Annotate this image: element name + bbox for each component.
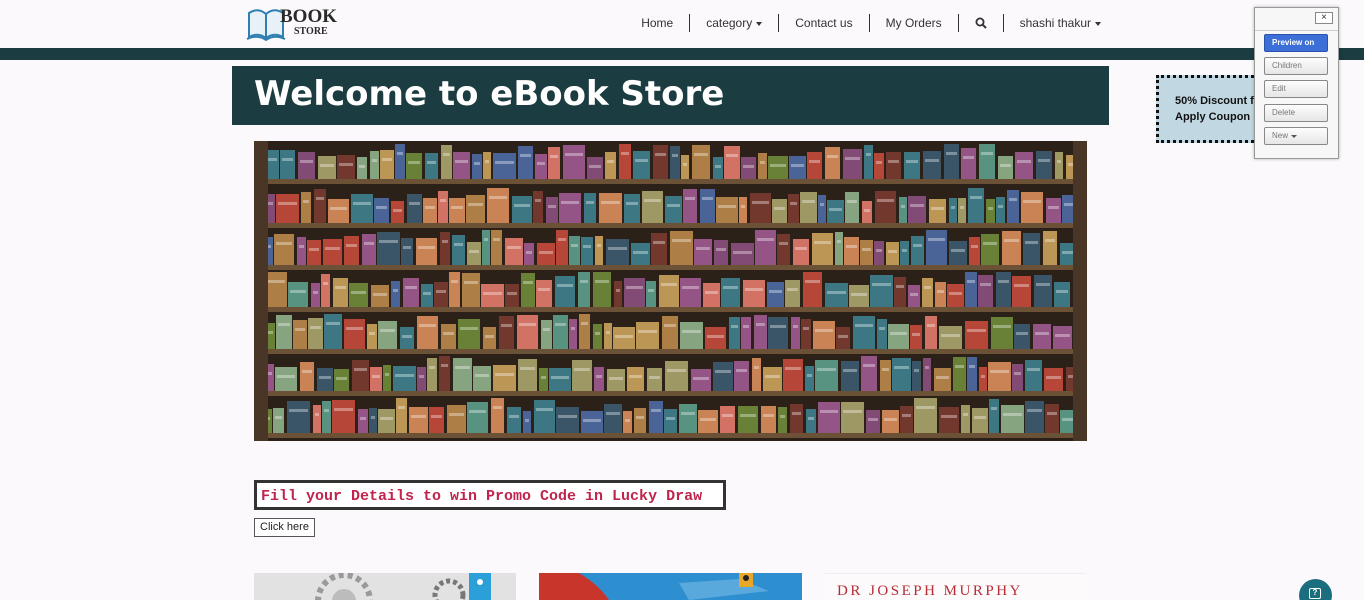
- promo-banner: Fill your Details to win Promo Code in L…: [254, 480, 726, 510]
- book-card[interactable]: DR JOSEPH MURPHY: [825, 573, 1086, 600]
- delete-button[interactable]: Delete: [1264, 104, 1328, 122]
- nav-user-dropdown[interactable]: shashi thakur: [1002, 14, 1117, 32]
- nav-contact[interactable]: Contact us: [778, 14, 868, 32]
- nav-category-label: category: [706, 16, 753, 30]
- book-cover-gears: [254, 573, 516, 600]
- chevron-down-icon: [1095, 21, 1101, 26]
- chevron-down-icon: [756, 21, 763, 26]
- children-button[interactable]: Children: [1264, 57, 1328, 75]
- book-card[interactable]: [539, 573, 802, 600]
- new-dropdown-button[interactable]: New: [1264, 127, 1328, 145]
- close-icon[interactable]: ×: [1315, 12, 1333, 24]
- discount-line-2: Apply Coupon: [1175, 111, 1251, 123]
- page-title: Welcome to eBook Store: [254, 74, 725, 114]
- editor-toolbar-panel: × Preview on Children Edit Delete New: [1254, 7, 1339, 159]
- nav-home-label: Home: [641, 16, 674, 30]
- book-card[interactable]: [254, 573, 516, 600]
- nav-contact-label: Contact us: [795, 16, 853, 30]
- store-logo[interactable]: BOOK STORE: [246, 5, 338, 43]
- promo-text: Fill your Details to win Promo Code in L…: [261, 488, 703, 505]
- welcome-banner: Welcome to eBook Store: [232, 66, 1109, 125]
- nav-category-dropdown[interactable]: category: [689, 14, 778, 32]
- edit-button[interactable]: Edit: [1264, 80, 1328, 98]
- logo-word-store: STORE: [294, 26, 328, 37]
- search-icon: [975, 17, 987, 29]
- top-navigation-bar: BOOK STORE Home category Contact us My O…: [0, 0, 1364, 48]
- nav-orders-label: My Orders: [885, 16, 942, 30]
- nav-user-label: shashi thakur: [1019, 16, 1091, 30]
- chevron-down-icon: [1291, 134, 1298, 138]
- preview-button[interactable]: Preview on: [1264, 34, 1328, 52]
- help-icon: ?: [1309, 588, 1321, 599]
- logo-word-book: BOOK: [280, 6, 338, 27]
- logo-text: BOOK STORE: [280, 7, 337, 37]
- bookshelf-illustration: [254, 141, 1087, 441]
- nav-search[interactable]: [957, 14, 1003, 32]
- discount-line-1: 50% Discount f: [1175, 95, 1254, 107]
- help-chat-button[interactable]: ?: [1299, 579, 1332, 600]
- bookshelf-image: [254, 141, 1087, 441]
- discount-coupon-banner[interactable]: 50% Discount f Apply Coupon: [1156, 75, 1266, 143]
- new-button-label: New: [1272, 131, 1289, 140]
- book-cover-colorful: [539, 573, 802, 600]
- nav-home[interactable]: Home: [625, 14, 689, 32]
- main-nav: Home category Contact us My Orders shash…: [625, 13, 1117, 33]
- book-cover-title: DR JOSEPH MURPHY: [837, 583, 1023, 599]
- divider: [1255, 30, 1338, 31]
- click-here-button[interactable]: Click here: [254, 518, 315, 537]
- header-divider-bar: [0, 48, 1364, 60]
- nav-my-orders[interactable]: My Orders: [868, 14, 958, 32]
